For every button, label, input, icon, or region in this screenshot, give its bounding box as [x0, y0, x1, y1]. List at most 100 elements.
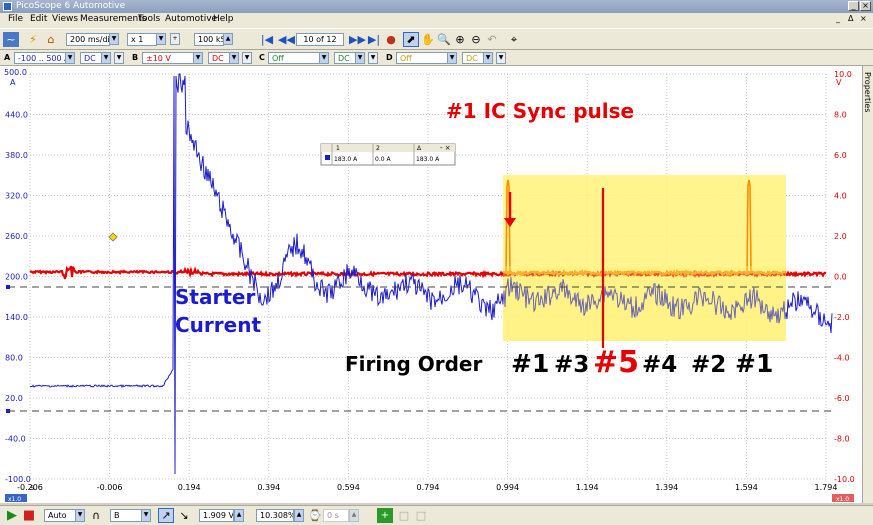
zoom-select[interactable]: x 1 — [127, 33, 157, 46]
inner-close-button[interactable]: × — [860, 14, 867, 23]
channel-d-options-button[interactable]: ▼ — [496, 52, 506, 64]
delete-measurement-icon[interactable]: □ — [413, 508, 429, 523]
falling-edge-icon[interactable]: ↘ — [176, 508, 192, 523]
timebase-select[interactable]: 200 ms/div — [66, 33, 110, 46]
left-axis-tick: 380.0 — [5, 151, 28, 160]
scope-graph[interactable]: 440.0380.0320.0260.0200.0140.080.020.0-4… — [0, 66, 862, 503]
buffer-overview-icon[interactable]: ● — [383, 32, 399, 47]
last-buffer-icon[interactable]: ▶| — [366, 32, 382, 47]
channel-a-options-button[interactable]: ▼ — [114, 52, 124, 64]
starter-annotation-line2: Current — [175, 313, 261, 337]
trigger-type-icon[interactable]: ∩ — [88, 508, 104, 523]
channel-b-range[interactable]: ±10 V — [142, 52, 194, 64]
zoom-in-icon[interactable]: ⊕ — [452, 32, 468, 47]
window-title: PicoScope 6 Automotive — [16, 1, 126, 11]
right-axis-tick: -6.0 — [834, 394, 850, 403]
next-buffer-icon[interactable]: ▶▶ — [348, 32, 366, 47]
buffer-navigator[interactable]: 10 of 12 — [296, 33, 344, 46]
channel-d-coupling[interactable]: DC — [462, 52, 484, 64]
channel-d-range[interactable]: Off — [396, 52, 448, 64]
add-measurement-icon[interactable]: + — [377, 508, 393, 523]
zoom-out-icon[interactable]: ⊖ — [468, 32, 484, 47]
channel-b-options-button[interactable]: ▼ — [242, 52, 252, 64]
edit-measurement-icon[interactable]: □ — [396, 508, 412, 523]
ruler-value-delta: 183.0 A — [416, 156, 440, 163]
menu-automotive[interactable]: Automotive — [165, 14, 217, 24]
channel-b-range-dropdown[interactable]: ▼ — [193, 52, 203, 64]
properties-tab[interactable]: Properties — [862, 66, 873, 503]
x-axis-tick: 0.994 — [496, 483, 519, 492]
first-buffer-icon[interactable]: |◀ — [259, 32, 275, 47]
ruler-header-1: 1 — [336, 145, 340, 152]
ruler-handle-1[interactable] — [6, 285, 10, 289]
pointer-tool-icon[interactable]: ⬈ — [403, 32, 419, 47]
trigger-channel-select[interactable]: B — [110, 509, 142, 522]
x-axis-tick: -0.006 — [97, 483, 123, 492]
inner-restore-button[interactable]: Δ — [848, 14, 853, 23]
channel-a-range[interactable]: -100 .. 500 A — [14, 52, 66, 64]
menu-edit[interactable]: Edit — [30, 14, 47, 24]
channel-d-label: D — [386, 53, 393, 62]
delay-field[interactable]: 0 s — [323, 509, 349, 522]
channel-d-range-dropdown[interactable]: ▼ — [447, 52, 457, 64]
probe-icon[interactable]: ⚡ — [25, 32, 41, 47]
ruler-legend-panel[interactable]: 1 2 Δ - × 183.0 A 0.0 A 183.0 A — [320, 143, 456, 166]
x-axis-tick: 0.394 — [257, 483, 280, 492]
left-axis-tick: 260.0 — [5, 232, 28, 241]
menu-help[interactable]: Help — [213, 14, 234, 24]
channel-a-coupling[interactable]: DC — [80, 52, 102, 64]
previous-buffer-icon[interactable]: ◀◀ — [277, 32, 295, 47]
firing-order-label: Firing Order — [345, 352, 483, 376]
stop-icon[interactable]: ■ — [21, 508, 37, 523]
channel-b-coupling-dropdown[interactable]: ▼ — [229, 52, 239, 64]
start-icon[interactable]: ▶ — [4, 508, 20, 523]
zoom-to-fit-icon[interactable]: ⌖ — [506, 32, 522, 47]
channel-b-coupling[interactable]: DC — [208, 52, 230, 64]
trigger-mode-select[interactable]: Auto — [44, 509, 76, 522]
ruler-panel-minimize[interactable]: - × — [440, 144, 451, 152]
zoom-in-button[interactable]: + — [170, 33, 180, 45]
timebase-dropdown[interactable]: ▼ — [109, 33, 119, 45]
channel-a-range-dropdown[interactable]: ▼ — [65, 52, 75, 64]
menu-views[interactable]: Views — [52, 14, 78, 24]
trigger-threshold-field[interactable]: 1.909 V — [199, 509, 234, 522]
trigger-mode-dropdown[interactable]: ▼ — [75, 509, 85, 522]
hand-tool-icon[interactable]: ✋ — [420, 32, 436, 47]
samples-dropdown[interactable]: ▲ — [223, 33, 233, 45]
firing-order-cyl-1-repeat: #1 — [735, 349, 773, 378]
inner-minimize-button[interactable]: _ — [836, 14, 840, 23]
app-icon — [3, 2, 12, 11]
right-axis-tick: 0.0 — [834, 273, 847, 282]
threshold-spinner[interactable]: ▲ — [234, 509, 244, 522]
channel-c-options-button[interactable]: ▼ — [368, 52, 378, 64]
menu-tools[interactable]: Tools — [138, 14, 160, 24]
channel-c-coupling-dropdown[interactable]: ▼ — [355, 52, 365, 64]
right-scale-badge-text: x1.0 — [836, 496, 849, 503]
trigger-channel-dropdown[interactable]: ▼ — [141, 509, 151, 522]
zoom-dropdown[interactable]: ▼ — [156, 33, 166, 45]
channel-c-range[interactable]: Off — [268, 52, 320, 64]
zoom-tool-icon[interactable]: 🔍 — [436, 32, 452, 47]
left-axis-tick: 440.0 — [5, 111, 28, 120]
ruler-value-2: 0.0 A — [375, 156, 391, 163]
channel-c-coupling[interactable]: DC — [334, 52, 356, 64]
scope-mode-icon[interactable]: ~ — [3, 32, 19, 47]
channel-a-coupling-dropdown[interactable]: ▼ — [101, 52, 111, 64]
channel-c-range-dropdown[interactable]: ▼ — [319, 52, 329, 64]
left-axis-tick: -40.0 — [5, 435, 26, 444]
samples-select[interactable]: 100 kS — [194, 33, 224, 46]
delay-icon[interactable]: ⌚ — [307, 508, 323, 523]
home-icon[interactable]: ⌂ — [43, 32, 59, 47]
delay-spinner[interactable]: ▲ — [349, 509, 359, 522]
minimize-button[interactable]: _ — [848, 1, 859, 11]
rising-edge-icon[interactable]: ↗ — [158, 508, 174, 523]
menu-file[interactable]: File — [8, 14, 23, 24]
pre-trigger-spinner[interactable]: ▲ — [294, 509, 304, 522]
channel-d-coupling-dropdown[interactable]: ▼ — [483, 52, 493, 64]
undo-zoom-icon[interactable]: ↶ — [484, 32, 500, 47]
pre-trigger-field[interactable]: 10.308% — [256, 509, 294, 522]
ruler-handle-2[interactable] — [6, 409, 10, 413]
close-button[interactable]: × — [860, 1, 871, 11]
scope-view[interactable]: 440.0 380.0 320.0 260.0 200.0 140.0 80.0 20.0 -4… — [0, 66, 862, 503]
menu-measurements[interactable]: Measurements — [80, 14, 146, 24]
